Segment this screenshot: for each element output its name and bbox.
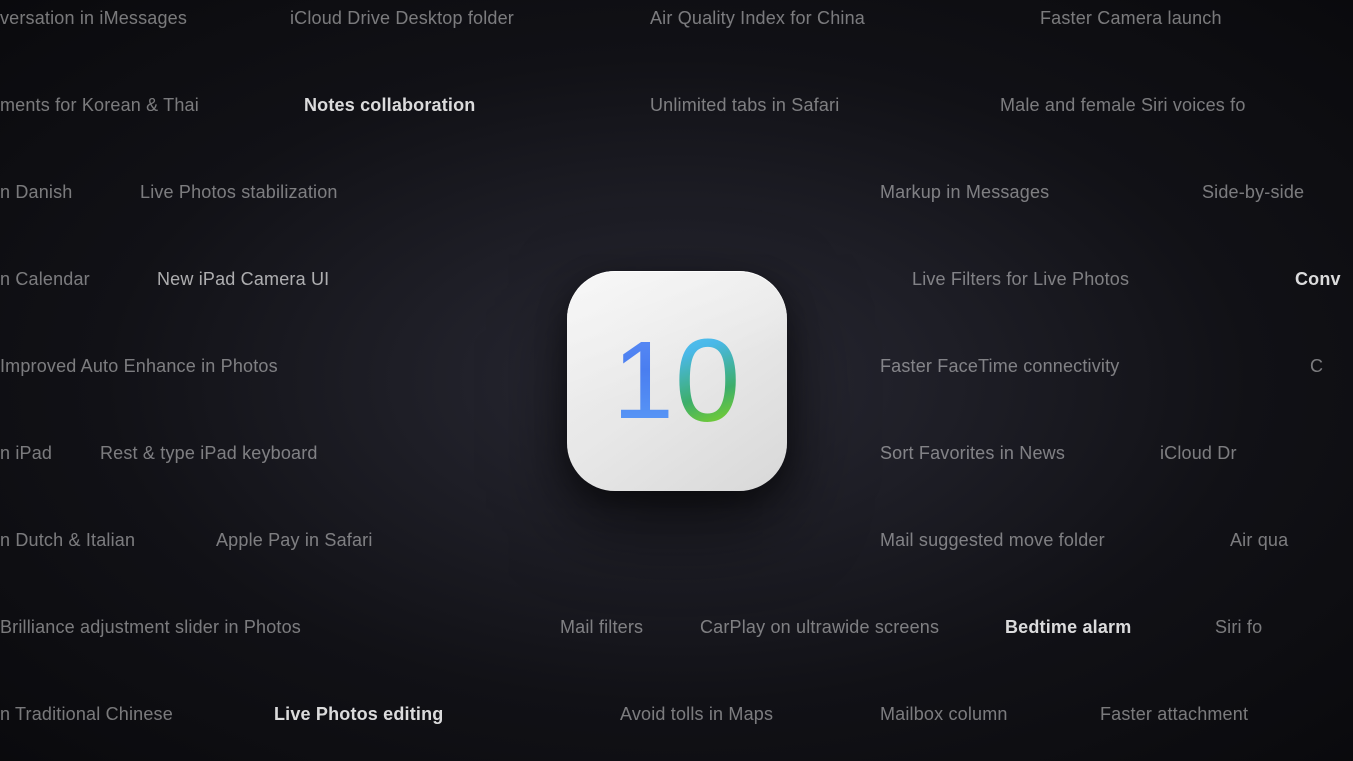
feature-label: Brilliance adjustment slider in Photos (0, 617, 301, 638)
feature-label: iCloud Drive Desktop folder (290, 8, 514, 29)
feature-label: Unlimited tabs in Safari (650, 95, 839, 116)
feature-label: n iPad (0, 443, 52, 464)
feature-label: Improved Auto Enhance in Photos (0, 356, 278, 377)
feature-label: Conv (1295, 269, 1341, 290)
feature-label: C (1310, 356, 1323, 377)
feature-label: Rest & type iPad keyboard (100, 443, 318, 464)
feature-label: Mail suggested move folder (880, 530, 1105, 551)
feature-label: Live Photos editing (274, 704, 443, 725)
ios-icon: 1 0 (567, 271, 787, 491)
feature-label: Male and female Siri voices fo (1000, 95, 1246, 116)
feature-label: Siri fo (1215, 617, 1262, 638)
feature-label: Faster Camera launch (1040, 8, 1222, 29)
feature-label: Avoid tolls in Maps (620, 704, 773, 725)
feature-label: Faster attachment (1100, 704, 1248, 725)
ios-icon-background: 1 0 (567, 271, 787, 491)
feature-label: Side-by-side (1202, 182, 1304, 203)
feature-label: Mailbox column (880, 704, 1008, 725)
feature-label: Markup in Messages (880, 182, 1049, 203)
feature-label: New iPad Camera UI (157, 269, 329, 290)
feature-label: n Traditional Chinese (0, 704, 173, 725)
feature-label: n Calendar (0, 269, 90, 290)
feature-label: Bedtime alarm (1005, 617, 1131, 638)
digit-one: 1 (613, 326, 673, 436)
feature-label: n Dutch & Italian (0, 530, 135, 551)
feature-label: Notes collaboration (304, 95, 475, 116)
feature-label: Faster FaceTime connectivity (880, 356, 1119, 377)
feature-label: versation in iMessages (0, 8, 187, 29)
feature-label: Air qua (1230, 530, 1288, 551)
feature-label: CarPlay on ultrawide screens (700, 617, 939, 638)
ios-version-number: 1 0 (613, 322, 741, 440)
feature-label: n Danish (0, 182, 72, 203)
feature-label: Mail filters (560, 617, 643, 638)
feature-label: ments for Korean & Thai (0, 95, 199, 116)
digit-zero: 0 (675, 322, 741, 440)
feature-label: Apple Pay in Safari (216, 530, 373, 551)
feature-label: Air Quality Index for China (650, 8, 865, 29)
feature-label: Live Photos stabilization (140, 182, 338, 203)
feature-label: Live Filters for Live Photos (912, 269, 1129, 290)
feature-label: Sort Favorites in News (880, 443, 1065, 464)
feature-label: iCloud Dr (1160, 443, 1237, 464)
